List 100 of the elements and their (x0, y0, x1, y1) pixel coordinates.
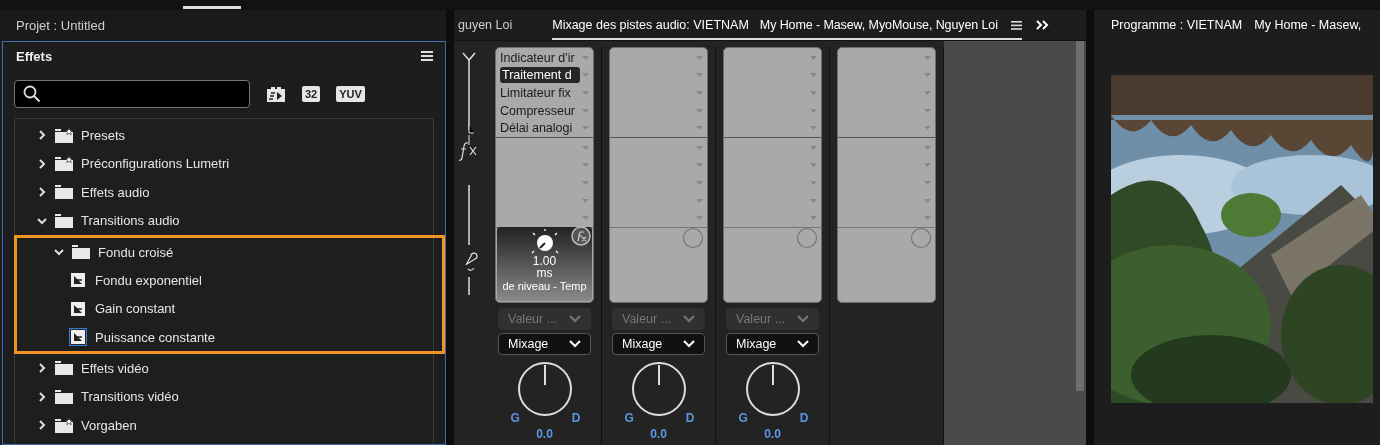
send-knob[interactable] (796, 227, 818, 249)
panel-tab[interactable]: guyen Loi (458, 10, 513, 40)
dropdown-arrow-icon[interactable] (582, 145, 589, 150)
effect-slot[interactable]: Délai analogi (500, 120, 580, 137)
chevron-down-icon (797, 315, 809, 323)
tree-item[interactable]: Effets audio (81, 184, 150, 200)
panel-title[interactable]: Effets (16, 48, 53, 64)
mode-dropdown[interactable]: Mixage (498, 333, 591, 355)
overflow-icon[interactable] (1035, 20, 1050, 30)
panel-title[interactable]: Programme : VIETNAM (1111, 18, 1243, 32)
tree-item[interactable]: Puissance constante (95, 329, 215, 345)
tree-item[interactable]: Fondu croisé (98, 244, 174, 260)
effect-slot[interactable]: Indicateur d'ir (500, 49, 580, 66)
dropdown-arrow-icon[interactable] (582, 126, 589, 131)
dropdown-arrow-icon[interactable] (924, 55, 931, 60)
tree-item[interactable]: Presets (81, 127, 126, 143)
dropdown-arrow-icon[interactable] (810, 73, 817, 78)
chevron-right-icon[interactable] (37, 420, 47, 431)
filter-toggle[interactable]: YUV (336, 86, 365, 102)
dropdown-arrow-icon[interactable] (696, 198, 703, 203)
dropdown-arrow-icon[interactable] (582, 108, 589, 113)
dropdown-arrow-icon[interactable] (810, 126, 817, 131)
tree-item[interactable]: Transitions vidéo (81, 389, 179, 405)
effect-slot[interactable]: Limitateur fix (500, 85, 580, 101)
star-folder-icon (55, 417, 73, 433)
fx-bypass-icon[interactable] (571, 226, 591, 246)
tree-item[interactable]: Effets vidéo (81, 360, 149, 376)
dropdown-arrow-icon[interactable] (582, 180, 589, 185)
pan-value[interactable]: 0.0 (764, 427, 781, 441)
dropdown-arrow-icon[interactable] (582, 73, 589, 78)
dropdown-arrow-icon[interactable] (924, 198, 931, 203)
dropdown-arrow-icon[interactable] (696, 216, 703, 221)
send-knob[interactable] (682, 227, 704, 249)
dropdown-arrow-icon[interactable] (696, 91, 703, 95)
dropdown-arrow-icon[interactable] (696, 145, 703, 150)
pan-right-label: D (571, 411, 581, 425)
dropdown-arrow-icon[interactable] (810, 198, 817, 203)
dropdown-arrow-icon[interactable] (696, 73, 703, 78)
dropdown-arrow-icon[interactable] (582, 216, 589, 221)
pan-value[interactable]: 0.0 (650, 427, 667, 441)
dropdown-arrow-icon[interactable] (810, 216, 817, 221)
dropdown-arrow-icon[interactable] (696, 55, 703, 60)
dropdown-arrow-icon[interactable] (696, 126, 703, 131)
dropdown-arrow-icon[interactable] (810, 91, 817, 95)
dropdown-arrow-icon[interactable] (924, 163, 931, 168)
menu-icon[interactable] (421, 51, 433, 61)
folder-icon (72, 245, 90, 260)
dropdown-arrow-icon[interactable] (924, 73, 931, 78)
dropdown-arrow-icon[interactable] (696, 108, 703, 113)
filter-toggle[interactable]: 32 (302, 86, 321, 102)
dropdown-arrow-icon[interactable] (924, 108, 931, 113)
mode-dropdown[interactable]: Mixage (726, 333, 819, 355)
parameter-unit: ms (536, 267, 553, 279)
panel-title[interactable]: Projet : Untitled (16, 18, 105, 33)
dropdown-arrow-icon[interactable] (582, 198, 589, 203)
dropdown-arrow-icon[interactable] (696, 163, 703, 168)
chevron-right-icon[interactable] (37, 130, 47, 141)
send-knob[interactable] (910, 227, 932, 249)
accelerated-effects-icon[interactable] (266, 85, 286, 103)
tree-item[interactable]: Transitions audio (81, 213, 180, 229)
scrollbar[interactable] (1076, 41, 1084, 391)
dropdown-arrow-icon[interactable] (582, 55, 589, 60)
dropdown-arrow-icon[interactable] (924, 126, 931, 131)
dropdown-arrow-icon[interactable] (924, 216, 931, 221)
dropdown-arrow-icon[interactable] (924, 91, 931, 95)
chevron-right-icon[interactable] (37, 363, 47, 374)
parameter-control[interactable]: 1.00 ms de niveau - Temp (497, 227, 592, 301)
dropdown-arrow-icon[interactable] (924, 180, 931, 185)
chevron-right-icon[interactable] (37, 187, 47, 198)
effect-slot[interactable]: Traitement d (500, 67, 580, 84)
chevron-right-icon[interactable] (37, 158, 47, 169)
dropdown-arrow-icon[interactable] (810, 145, 817, 150)
chevron-down-icon[interactable] (37, 215, 47, 226)
chevron-down-icon (569, 315, 581, 323)
mode-dropdown[interactable]: Mixage (612, 333, 705, 355)
effect-slot[interactable]: Compresseur (500, 102, 580, 119)
pan-value[interactable]: 0.0 (536, 427, 553, 441)
dropdown-arrow-icon[interactable] (810, 55, 817, 60)
dropdown-arrow-icon[interactable] (582, 163, 589, 168)
tree-item[interactable]: Gain constant (95, 301, 176, 317)
dropdown-arrow-icon[interactable] (810, 180, 817, 185)
dropdown-arrow-icon[interactable] (924, 145, 931, 150)
search-field[interactable] (14, 80, 250, 108)
chevron-down-icon (683, 315, 695, 323)
pan-left-label: G (738, 411, 748, 425)
chevron-right-icon[interactable] (37, 391, 47, 402)
pan-left-label: G (510, 411, 520, 425)
pan-right-label: D (799, 411, 809, 425)
chevron-down-icon[interactable] (54, 247, 64, 258)
dropdown-arrow-icon[interactable] (696, 180, 703, 185)
dropdown-arrow-icon[interactable] (810, 163, 817, 168)
dropdown-arrow-icon[interactable] (582, 91, 589, 95)
folder-icon (55, 213, 73, 228)
knob-icon[interactable] (530, 229, 559, 255)
dropdown-arrow-icon[interactable] (810, 108, 817, 113)
tree-item[interactable]: Préconfigurations Lumetri (81, 156, 230, 172)
tree-item[interactable]: Vorgaben (81, 417, 137, 433)
tree-item[interactable]: Fondu exponentiel (95, 272, 202, 288)
star-folder-icon (55, 127, 73, 143)
menu-icon[interactable] (1010, 20, 1022, 30)
